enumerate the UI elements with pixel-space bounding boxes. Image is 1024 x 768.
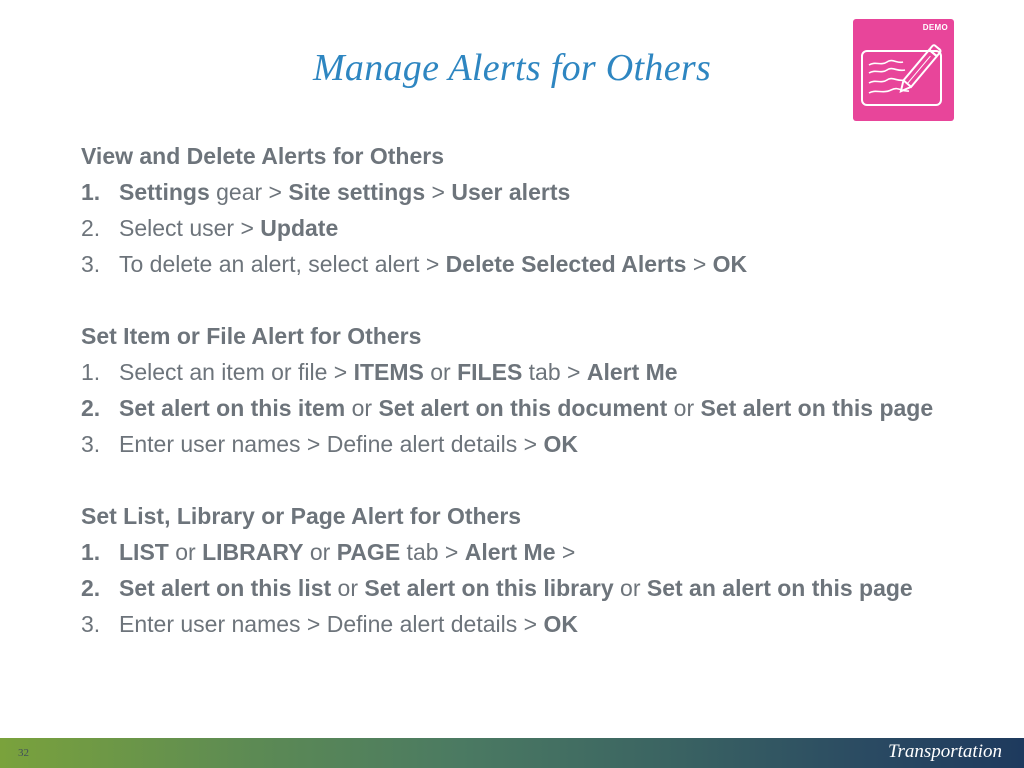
step-text-plain: or [613,574,647,601]
step-text: LIST or LIBRARY or PAGE tab > Alert Me > [119,538,961,565]
step-text-bold: OK [712,250,748,277]
section-heading: Set List, Library or Page Alert for Othe… [81,503,522,529]
section-heading: View and Delete Alerts for Others [81,143,445,169]
step-text: Enter user names > Define alert details … [119,610,961,637]
step-text: Enter user names > Define alert details … [119,430,961,457]
section-heading: Set Item or File Alert for Others [81,323,422,349]
section: View and Delete Alerts for Others 1. Setti… [81,138,961,282]
step-text-bold: Set alert on this document [378,394,668,421]
footer-brand: Transportation [887,741,1002,762]
step-number: 3. [81,430,101,457]
step-text-bold: User alerts [451,178,571,205]
step-text: Set alert on this item or Set alert on t… [119,394,961,421]
step-number: 3. [81,610,101,637]
step-number: 2. [81,394,101,421]
step-text-plain: Select an item or file > [119,358,354,385]
step-text-bold: LIST [119,538,169,565]
step-text-plain: gear > [209,178,289,205]
step-number: 2. [81,214,101,241]
step-text-bold: Alert Me [586,358,678,385]
step-item: 3. Enter user names > Define alert detail… [81,606,961,642]
step-text-bold: Settings [119,178,210,205]
step-text-bold: ITEMS [353,358,424,385]
step-text-bold: Update [260,214,339,241]
step-number: 3. [81,250,101,277]
step-text-bold: Set alert on this item [119,394,346,421]
step-item: 1. LIST or LIBRARY or PAGE tab > Alert Me… [81,534,961,570]
step-text-plain: Select user > [119,214,261,241]
step-text-bold: Site settings [288,178,426,205]
step-text: Settings gear > Site settings > User ale… [119,178,961,205]
step-text-plain: or [345,394,379,421]
step-text-bold: Set alert on this list [119,574,332,601]
section: Set List, Library or Page Alert for Othe… [81,498,961,642]
step-text-plain: > [555,538,576,565]
step-text-plain: or [667,394,701,421]
step-text-plain: or [303,538,337,565]
step-text: Set alert on this list or Set alert on t… [119,574,961,601]
step-text-plain: or [168,538,203,565]
step-text-plain: or [423,358,458,385]
step-text-bold: Set alert on this page [700,394,934,421]
step-item: 1. Select an item or file > ITEMS or FILE… [81,354,961,390]
section: Set Item or File Alert for Others 1. Selec… [81,318,961,462]
step-text-bold: Delete Selected Alerts [445,250,687,277]
step-text-plain: tab > [522,358,587,385]
step-text-plain: tab > [400,538,465,565]
step-number: 1. [81,178,101,205]
step-text: Select user > Update [119,214,961,241]
step-text-plain: or [331,574,365,601]
step-text-bold: Set alert on this library [364,574,614,601]
step-item: 3. To delete an alert, select alert > Del… [81,246,961,282]
slide-content: View and Delete Alerts for Others 1. Setti… [81,138,961,678]
step-text-plain: Enter user names > Define alert details … [119,610,544,637]
step-item: 1. Settings gear > Site settings > User a… [81,174,961,210]
step-text-plain: To delete an alert, select alert > [119,250,446,277]
step-text: Select an item or file > ITEMS or FILES … [119,358,961,385]
step-text-bold: OK [543,430,578,457]
footer-bar: 32 Transportation [0,738,1024,768]
step-text-bold: PAGE [336,538,401,565]
page-number: 32 [18,747,29,759]
step-text-bold: OK [543,610,578,637]
step-text-plain: Enter user names > Define alert details … [119,430,544,457]
step-text-bold: Alert Me [464,538,556,565]
step-number: 1. [81,358,101,385]
step-text-plain: > [425,178,452,205]
demo-badge: DEMO [853,19,954,121]
step-text-plain: > [686,250,713,277]
step-item: 2. Select user > Update [81,210,961,246]
pencil-writing-icon [861,44,942,106]
step-item: 2. Set alert on this list or Set alert on… [81,570,961,606]
step-text-bold: LIBRARY [202,538,304,565]
step-item: 2. Set alert on this item or Set alert on… [81,390,961,426]
step-number: 2. [81,574,101,601]
step-number: 1. [81,538,101,565]
step-text-bold: FILES [457,358,523,385]
step-item: 3. Enter user names > Define alert detail… [81,426,961,462]
step-text-bold: Set an alert on this page [646,574,913,601]
step-text: To delete an alert, select alert > Delet… [119,250,961,277]
